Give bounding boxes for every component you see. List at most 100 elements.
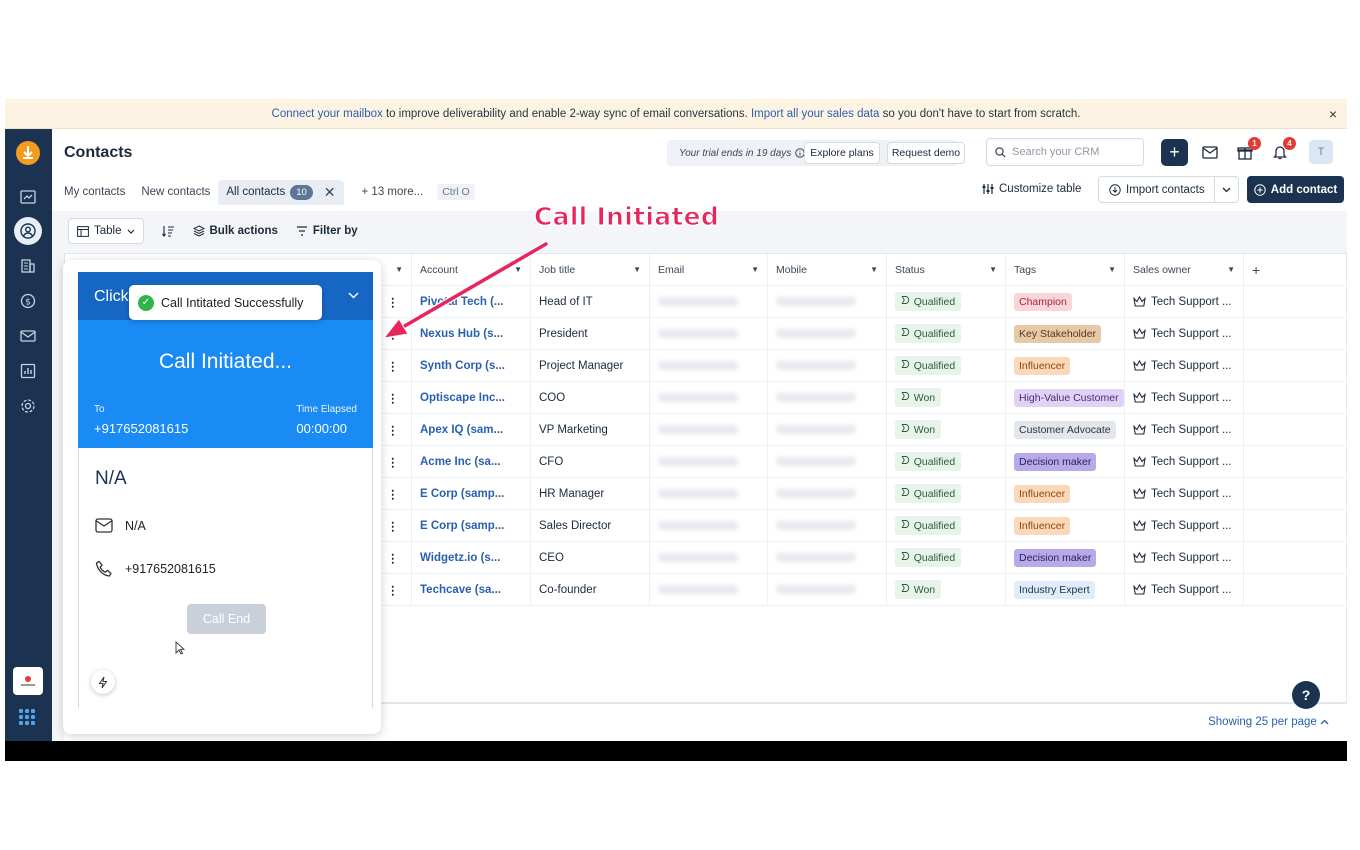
status-cell[interactable]: ᗤ Qualified bbox=[887, 510, 1006, 541]
more-views-link[interactable]: + 13 more... bbox=[362, 186, 424, 198]
owner-cell[interactable]: Tech Support ... bbox=[1125, 446, 1244, 477]
row-menu-icon[interactable]: ⋮ bbox=[387, 327, 399, 341]
header-status[interactable]: Status ▼ bbox=[887, 254, 1006, 285]
header-mobile[interactable]: Mobile ▼ bbox=[768, 254, 887, 285]
email-cell[interactable] bbox=[650, 510, 768, 541]
tags-cell[interactable]: Decision maker bbox=[1006, 446, 1125, 477]
apps-grid-icon[interactable] bbox=[19, 709, 35, 725]
mobile-cell[interactable] bbox=[768, 542, 887, 573]
email-cell[interactable] bbox=[650, 414, 768, 445]
add-contact-button[interactable]: Add contact bbox=[1247, 176, 1344, 203]
filter-button[interactable]: Filter by bbox=[296, 225, 358, 237]
status-cell[interactable]: ᗤ Won bbox=[887, 414, 1006, 445]
close-tab-icon[interactable]: ✕ bbox=[324, 184, 336, 201]
email-nav-icon[interactable] bbox=[14, 322, 42, 350]
row-menu-icon[interactable]: ⋮ bbox=[387, 551, 399, 565]
request-demo-button[interactable]: Request demo bbox=[887, 142, 965, 164]
email-cell[interactable] bbox=[650, 478, 768, 509]
customize-table-button[interactable]: Customize table bbox=[982, 183, 1081, 195]
account-cell[interactable]: Synth Corp (s... bbox=[412, 350, 531, 381]
close-banner-icon[interactable]: × bbox=[1329, 106, 1337, 122]
connect-mailbox-link[interactable]: Connect your mailbox bbox=[272, 108, 383, 120]
row-menu-icon[interactable]: ⋮ bbox=[387, 487, 399, 501]
import-contacts-button[interactable]: Import contacts bbox=[1098, 176, 1239, 203]
mobile-cell[interactable] bbox=[768, 318, 887, 349]
account-link[interactable]: E Corp (samp... bbox=[420, 488, 504, 500]
owner-cell[interactable]: Tech Support ... bbox=[1125, 542, 1244, 573]
status-cell[interactable]: ᗤ Qualified bbox=[887, 446, 1006, 477]
status-cell[interactable]: ᗤ Qualified bbox=[887, 542, 1006, 573]
owner-cell[interactable]: Tech Support ... bbox=[1125, 350, 1244, 381]
account-link[interactable]: Widgetz.io (s... bbox=[420, 552, 500, 564]
owner-cell[interactable]: Tech Support ... bbox=[1125, 478, 1244, 509]
account-link[interactable]: Optiscape Inc... bbox=[420, 392, 505, 404]
tab-new-contacts[interactable]: New contacts bbox=[141, 186, 210, 198]
mobile-cell[interactable] bbox=[768, 478, 887, 509]
tags-cell[interactable]: Industry Expert bbox=[1006, 574, 1125, 605]
account-cell[interactable]: Acme Inc (sa... bbox=[412, 446, 531, 477]
account-link[interactable]: E Corp (samp... bbox=[420, 520, 504, 532]
account-cell[interactable]: Pivotal Tech (... bbox=[412, 286, 531, 317]
row-menu-icon[interactable]: ⋮ bbox=[387, 391, 399, 405]
status-cell[interactable]: ᗤ Qualified bbox=[887, 478, 1006, 509]
call-end-button[interactable]: Call End bbox=[187, 604, 266, 634]
contacts-icon[interactable] bbox=[14, 217, 42, 245]
account-link[interactable]: Pivotal Tech (... bbox=[420, 296, 504, 308]
accounts-icon[interactable] bbox=[14, 252, 42, 280]
account-cell[interactable]: E Corp (samp... bbox=[412, 478, 531, 509]
dashboard-icon[interactable] bbox=[14, 183, 42, 211]
header-email[interactable]: Email ▼ bbox=[650, 254, 768, 285]
mobile-cell[interactable] bbox=[768, 574, 887, 605]
owner-cell[interactable]: Tech Support ... bbox=[1125, 414, 1244, 445]
account-cell[interactable]: Nexus Hub (s... bbox=[412, 318, 531, 349]
help-button[interactable]: ? bbox=[1292, 681, 1320, 709]
tags-cell[interactable]: Decision maker bbox=[1006, 542, 1125, 573]
owner-cell[interactable]: Tech Support ... bbox=[1125, 382, 1244, 413]
status-cell[interactable]: ᗤ Qualified bbox=[887, 286, 1006, 317]
tags-cell[interactable]: Influencer bbox=[1006, 478, 1125, 509]
account-link[interactable]: Acme Inc (sa... bbox=[420, 456, 501, 468]
email-cell[interactable] bbox=[650, 574, 768, 605]
mobile-cell[interactable] bbox=[768, 510, 887, 541]
tags-cell[interactable]: Customer Advocate bbox=[1006, 414, 1125, 445]
owner-cell[interactable]: Tech Support ... bbox=[1125, 510, 1244, 541]
email-cell[interactable] bbox=[650, 382, 768, 413]
header-tags[interactable]: Tags ▼ bbox=[1006, 254, 1125, 285]
account-cell[interactable]: Optiscape Inc... bbox=[412, 382, 531, 413]
account-link[interactable]: Techcave (sa... bbox=[420, 584, 501, 596]
notifications-bell-icon[interactable]: 4 bbox=[1269, 137, 1296, 163]
gift-icon[interactable]: 1 bbox=[1234, 137, 1261, 163]
mobile-cell[interactable] bbox=[768, 286, 887, 317]
quick-add-button[interactable]: + bbox=[1161, 139, 1188, 166]
per-page-selector[interactable]: Showing 25 per page bbox=[1208, 716, 1329, 728]
header-sales-owner[interactable]: Sales owner ▼ bbox=[1125, 254, 1244, 285]
header-job-title[interactable]: Job title ▼ bbox=[531, 254, 650, 285]
account-cell[interactable]: Techcave (sa... bbox=[412, 574, 531, 605]
tags-cell[interactable]: High-Value Customer bbox=[1006, 382, 1125, 413]
email-cell[interactable] bbox=[650, 446, 768, 477]
row-menu-icon[interactable]: ⋮ bbox=[387, 455, 399, 469]
account-link[interactable]: Synth Corp (s... bbox=[420, 360, 505, 372]
deals-icon[interactable]: $ bbox=[14, 287, 42, 315]
caret-icon[interactable]: ▼ bbox=[395, 265, 403, 274]
app-logo-icon[interactable] bbox=[16, 141, 40, 165]
status-cell[interactable]: ᗤ Qualified bbox=[887, 350, 1006, 381]
collapse-chevron-icon[interactable] bbox=[348, 286, 359, 302]
mobile-cell[interactable] bbox=[768, 382, 887, 413]
tab-all-contacts[interactable]: All contacts 10 ✕ bbox=[218, 179, 344, 205]
row-menu-icon[interactable]: ⋮ bbox=[387, 583, 399, 597]
account-link[interactable]: Nexus Hub (s... bbox=[420, 328, 503, 340]
account-cell[interactable]: E Corp (samp... bbox=[412, 510, 531, 541]
owner-cell[interactable]: Tech Support ... bbox=[1125, 318, 1244, 349]
reports-icon[interactable] bbox=[14, 357, 42, 385]
tab-my-contacts[interactable]: My contacts bbox=[64, 186, 125, 198]
email-cell[interactable] bbox=[650, 286, 768, 317]
user-avatar[interactable]: T bbox=[1309, 140, 1333, 164]
tags-cell[interactable]: Influencer bbox=[1006, 350, 1125, 381]
owner-cell[interactable]: Tech Support ... bbox=[1125, 574, 1244, 605]
bulk-actions-button[interactable]: Bulk actions bbox=[192, 225, 278, 237]
account-link[interactable]: Apex IQ (sam... bbox=[420, 424, 503, 436]
tags-cell[interactable]: Influencer bbox=[1006, 510, 1125, 541]
mobile-cell[interactable] bbox=[768, 414, 887, 445]
import-data-link[interactable]: Import all your sales data bbox=[751, 108, 879, 120]
